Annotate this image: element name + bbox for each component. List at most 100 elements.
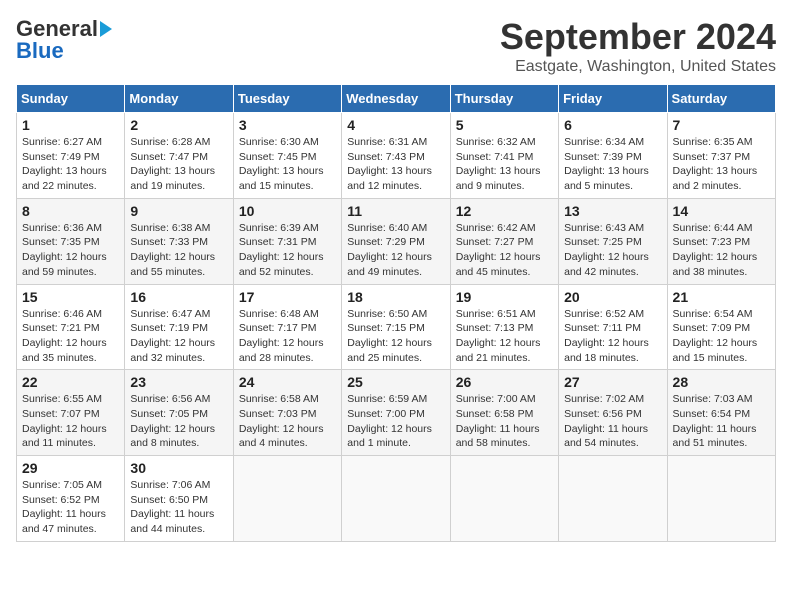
day-info: Sunrise: 7:06 AM Sunset: 6:50 PM Dayligh… [130, 478, 227, 537]
sunrise-label: Sunrise: 6:40 AM [347, 222, 427, 234]
daylight-label: Daylight: 12 hours and 8 minutes. [130, 423, 215, 450]
calendar-week-row: 15 Sunrise: 6:46 AM Sunset: 7:21 PM Dayl… [17, 284, 776, 370]
daylight-label: Daylight: 12 hours and 25 minutes. [347, 337, 432, 364]
day-number: 27 [564, 374, 661, 390]
daylight-label: Daylight: 12 hours and 32 minutes. [130, 337, 215, 364]
sunset-label: Sunset: 7:00 PM [347, 408, 425, 420]
daylight-label: Daylight: 13 hours and 12 minutes. [347, 165, 432, 192]
logo-arrow-icon [100, 21, 112, 37]
calendar-week-row: 8 Sunrise: 6:36 AM Sunset: 7:35 PM Dayli… [17, 198, 776, 284]
day-info: Sunrise: 6:31 AM Sunset: 7:43 PM Dayligh… [347, 135, 444, 194]
day-info: Sunrise: 7:02 AM Sunset: 6:56 PM Dayligh… [564, 392, 661, 451]
sunrise-label: Sunrise: 6:27 AM [22, 136, 102, 148]
page-header: General Blue September 2024 Eastgate, Wa… [16, 16, 776, 76]
sunrise-label: Sunrise: 6:47 AM [130, 308, 210, 320]
sunset-label: Sunset: 7:35 PM [22, 236, 100, 248]
day-info: Sunrise: 6:42 AM Sunset: 7:27 PM Dayligh… [456, 221, 553, 280]
day-number: 14 [673, 203, 770, 219]
sunrise-label: Sunrise: 6:34 AM [564, 136, 644, 148]
calendar-cell [233, 456, 341, 542]
day-info: Sunrise: 6:55 AM Sunset: 7:07 PM Dayligh… [22, 392, 119, 451]
daylight-label: Daylight: 12 hours and 15 minutes. [673, 337, 758, 364]
daylight-label: Daylight: 12 hours and 49 minutes. [347, 251, 432, 278]
calendar-cell: 29 Sunrise: 7:05 AM Sunset: 6:52 PM Dayl… [17, 456, 125, 542]
sunset-label: Sunset: 7:05 PM [130, 408, 208, 420]
daylight-label: Daylight: 12 hours and 52 minutes. [239, 251, 324, 278]
day-info: Sunrise: 6:58 AM Sunset: 7:03 PM Dayligh… [239, 392, 336, 451]
col-thursday: Thursday [450, 85, 558, 113]
sunset-label: Sunset: 7:43 PM [347, 151, 425, 163]
daylight-label: Daylight: 11 hours and 58 minutes. [456, 423, 540, 450]
daylight-label: Daylight: 11 hours and 54 minutes. [564, 423, 648, 450]
sunset-label: Sunset: 7:29 PM [347, 236, 425, 248]
day-number: 20 [564, 289, 661, 305]
calendar-cell: 18 Sunrise: 6:50 AM Sunset: 7:15 PM Dayl… [342, 284, 450, 370]
day-info: Sunrise: 6:46 AM Sunset: 7:21 PM Dayligh… [22, 307, 119, 366]
sunset-label: Sunset: 7:25 PM [564, 236, 642, 248]
sunrise-label: Sunrise: 6:30 AM [239, 136, 319, 148]
calendar-cell: 30 Sunrise: 7:06 AM Sunset: 6:50 PM Dayl… [125, 456, 233, 542]
logo-blue: Blue [16, 38, 64, 64]
daylight-label: Daylight: 12 hours and 28 minutes. [239, 337, 324, 364]
calendar-cell: 9 Sunrise: 6:38 AM Sunset: 7:33 PM Dayli… [125, 198, 233, 284]
day-info: Sunrise: 6:51 AM Sunset: 7:13 PM Dayligh… [456, 307, 553, 366]
daylight-label: Daylight: 13 hours and 5 minutes. [564, 165, 649, 192]
sunset-label: Sunset: 7:41 PM [456, 151, 534, 163]
day-number: 6 [564, 117, 661, 133]
sunset-label: Sunset: 7:23 PM [673, 236, 751, 248]
calendar-cell: 17 Sunrise: 6:48 AM Sunset: 7:17 PM Dayl… [233, 284, 341, 370]
daylight-label: Daylight: 12 hours and 21 minutes. [456, 337, 541, 364]
day-number: 2 [130, 117, 227, 133]
calendar-cell: 16 Sunrise: 6:47 AM Sunset: 7:19 PM Dayl… [125, 284, 233, 370]
sunrise-label: Sunrise: 6:39 AM [239, 222, 319, 234]
col-sunday: Sunday [17, 85, 125, 113]
calendar-cell [450, 456, 558, 542]
day-info: Sunrise: 6:40 AM Sunset: 7:29 PM Dayligh… [347, 221, 444, 280]
daylight-label: Daylight: 13 hours and 2 minutes. [673, 165, 758, 192]
calendar-cell: 7 Sunrise: 6:35 AM Sunset: 7:37 PM Dayli… [667, 113, 775, 199]
calendar-cell: 23 Sunrise: 6:56 AM Sunset: 7:05 PM Dayl… [125, 370, 233, 456]
day-info: Sunrise: 6:35 AM Sunset: 7:37 PM Dayligh… [673, 135, 770, 194]
daylight-label: Daylight: 12 hours and 4 minutes. [239, 423, 324, 450]
calendar-week-row: 1 Sunrise: 6:27 AM Sunset: 7:49 PM Dayli… [17, 113, 776, 199]
daylight-label: Daylight: 11 hours and 51 minutes. [673, 423, 757, 450]
day-info: Sunrise: 6:47 AM Sunset: 7:19 PM Dayligh… [130, 307, 227, 366]
day-info: Sunrise: 6:54 AM Sunset: 7:09 PM Dayligh… [673, 307, 770, 366]
daylight-label: Daylight: 12 hours and 1 minute. [347, 423, 432, 450]
sunset-label: Sunset: 7:19 PM [130, 322, 208, 334]
day-info: Sunrise: 6:48 AM Sunset: 7:17 PM Dayligh… [239, 307, 336, 366]
calendar-cell: 26 Sunrise: 7:00 AM Sunset: 6:58 PM Dayl… [450, 370, 558, 456]
day-number: 8 [22, 203, 119, 219]
sunrise-label: Sunrise: 6:59 AM [347, 393, 427, 405]
sunrise-label: Sunrise: 7:00 AM [456, 393, 536, 405]
day-info: Sunrise: 6:43 AM Sunset: 7:25 PM Dayligh… [564, 221, 661, 280]
sunset-label: Sunset: 7:21 PM [22, 322, 100, 334]
day-number: 24 [239, 374, 336, 390]
day-number: 15 [22, 289, 119, 305]
sunset-label: Sunset: 7:11 PM [564, 322, 641, 334]
col-tuesday: Tuesday [233, 85, 341, 113]
daylight-label: Daylight: 12 hours and 35 minutes. [22, 337, 107, 364]
day-number: 1 [22, 117, 119, 133]
col-friday: Friday [559, 85, 667, 113]
sunrise-label: Sunrise: 6:44 AM [673, 222, 753, 234]
sunset-label: Sunset: 7:17 PM [239, 322, 317, 334]
sunrise-label: Sunrise: 6:48 AM [239, 308, 319, 320]
calendar-cell: 27 Sunrise: 7:02 AM Sunset: 6:56 PM Dayl… [559, 370, 667, 456]
daylight-label: Daylight: 12 hours and 42 minutes. [564, 251, 649, 278]
day-info: Sunrise: 6:38 AM Sunset: 7:33 PM Dayligh… [130, 221, 227, 280]
sunset-label: Sunset: 7:37 PM [673, 151, 751, 163]
sunrise-label: Sunrise: 6:35 AM [673, 136, 753, 148]
sunrise-label: Sunrise: 7:03 AM [673, 393, 753, 405]
day-info: Sunrise: 6:56 AM Sunset: 7:05 PM Dayligh… [130, 392, 227, 451]
sunset-label: Sunset: 7:31 PM [239, 236, 317, 248]
sunset-label: Sunset: 7:33 PM [130, 236, 208, 248]
day-number: 12 [456, 203, 553, 219]
daylight-label: Daylight: 13 hours and 19 minutes. [130, 165, 215, 192]
day-info: Sunrise: 6:27 AM Sunset: 7:49 PM Dayligh… [22, 135, 119, 194]
sunset-label: Sunset: 7:07 PM [22, 408, 100, 420]
sunrise-label: Sunrise: 6:36 AM [22, 222, 102, 234]
day-number: 29 [22, 460, 119, 476]
daylight-label: Daylight: 12 hours and 55 minutes. [130, 251, 215, 278]
daylight-label: Daylight: 13 hours and 22 minutes. [22, 165, 107, 192]
